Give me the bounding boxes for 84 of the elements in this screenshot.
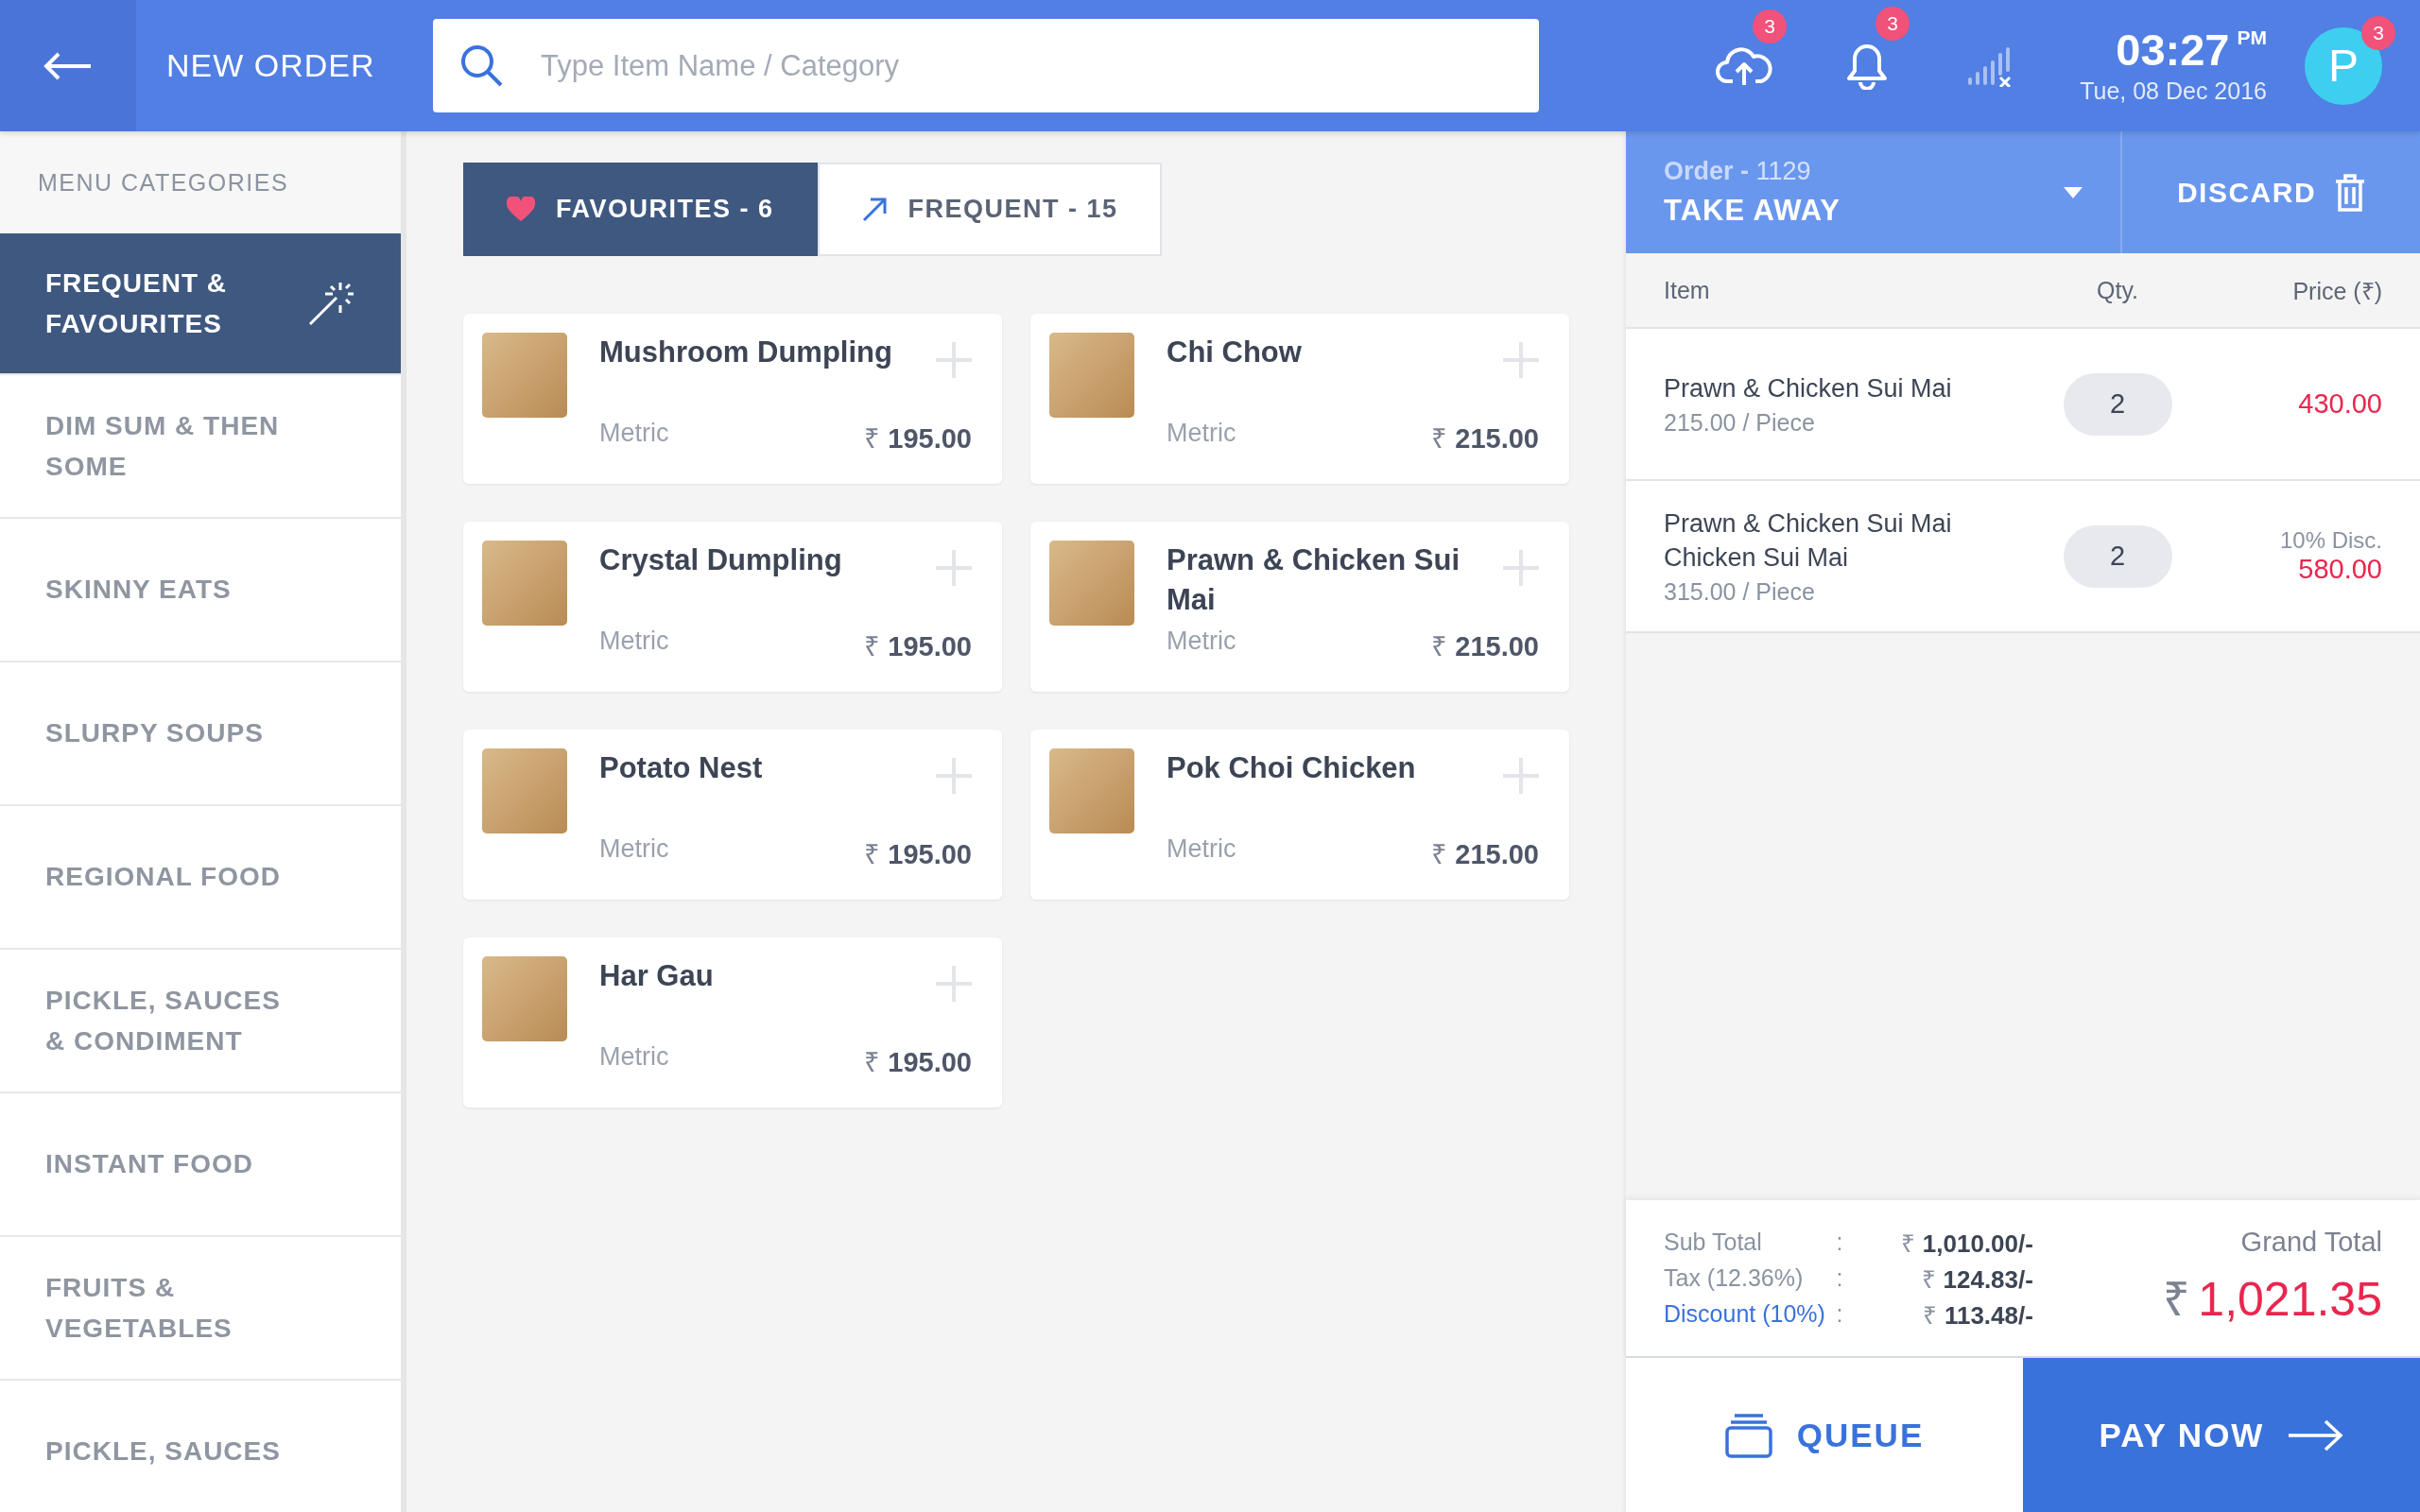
- notification-button[interactable]: [1846, 42, 1889, 90]
- filter-tab[interactable]: FAVOURITES - 6: [463, 163, 818, 256]
- item-name: Crystal Dumpling: [599, 542, 842, 578]
- column-header: Qty.: [2096, 276, 2139, 304]
- line-item-rate: 215.00 / Piece: [1664, 409, 1816, 438]
- menu-item-card[interactable]: Mushroom Dumpling Metric ₹ 195.00: [463, 314, 1002, 484]
- line-item-name: Prawn & Chicken Sui Mai: [1664, 372, 1953, 404]
- back-button[interactable]: [0, 0, 136, 131]
- menu-item-card[interactable]: Har Gau Metric ₹ 195.00: [463, 937, 1002, 1108]
- item-price: ₹ 195.00: [864, 630, 972, 663]
- trash-icon: [2335, 173, 2366, 212]
- arrow-icon: [2289, 1418, 2344, 1452]
- item-name: Har Gau: [599, 958, 714, 994]
- summary-separator: :: [1835, 1228, 1844, 1256]
- stack-icon: [1724, 1412, 1772, 1458]
- summary-separator: :: [1835, 1300, 1844, 1328]
- add-icon[interactable]: [936, 342, 972, 378]
- summary-value: ₹ 124.83/-: [1920, 1263, 2033, 1296]
- item-price: ₹ 215.00: [1431, 630, 1539, 663]
- column-header: Price (₹): [2291, 277, 2382, 306]
- pay-now-button[interactable]: PAY NOW: [2023, 1358, 2420, 1512]
- summary-value: ₹ 113.48/-: [1921, 1299, 2033, 1332]
- item-price: ₹ 215.00: [1431, 422, 1539, 455]
- page-title: NEW ORDER: [166, 47, 376, 84]
- line-item-rate: 315.00 / Piece: [1664, 578, 1816, 607]
- add-icon[interactable]: [936, 550, 972, 586]
- menu-item-card[interactable]: Potato Nest Metric ₹ 195.00: [463, 730, 1002, 900]
- item-name: Pok Choi Chicken: [1167, 750, 1416, 786]
- item-unit: Metric: [599, 834, 669, 864]
- item-price: ₹ 195.00: [864, 422, 972, 455]
- menu-item-card[interactable]: Crystal Dumpling Metric ₹ 195.00: [463, 522, 1002, 692]
- search-icon: [459, 43, 503, 87]
- line-price: 430.00: [2298, 388, 2382, 420]
- line-price: 580.00: [2298, 554, 2382, 585]
- column-header: Item: [1664, 276, 1711, 304]
- filter-tab[interactable]: FREQUENT - 15: [817, 163, 1162, 256]
- sidebar-heading: MENU CATEGORIES: [0, 131, 401, 233]
- add-icon[interactable]: [936, 758, 972, 794]
- item-unit: Metric: [599, 627, 669, 656]
- item-unit: Metric: [599, 1042, 669, 1072]
- arrow-icon: [860, 196, 888, 223]
- item-name: Mushroom Dumpling: [599, 335, 892, 370]
- queue-button[interactable]: QUEUE: [1626, 1358, 2023, 1512]
- cloud-upload-icon: [1716, 44, 1773, 87]
- quantity-pill[interactable]: 2: [2063, 524, 2172, 588]
- item-unit: Metric: [1167, 834, 1236, 864]
- back-arrow-icon: [43, 51, 93, 80]
- upload-count-badge: 3: [1753, 9, 1788, 43]
- add-icon[interactable]: [1503, 550, 1539, 586]
- grand-total-label: Grand Total: [2240, 1227, 2382, 1258]
- discount-link[interactable]: Discount (10%): [1664, 1300, 1825, 1328]
- item-price: ₹ 215.00: [1431, 838, 1539, 871]
- item-name: Chi Chow: [1167, 335, 1302, 370]
- caret-icon: [2064, 186, 2083, 198]
- grand-total-value: ₹ 1,021.35: [2163, 1272, 2382, 1328]
- quantity-pill[interactable]: 2: [2063, 372, 2172, 436]
- add-icon[interactable]: [1503, 758, 1539, 794]
- item-price: ₹ 195.00: [864, 1046, 972, 1079]
- item-name: Potato Nest: [599, 750, 763, 786]
- item-price: ₹ 195.00: [864, 838, 972, 871]
- summary-label: Tax (12.36%): [1664, 1264, 1805, 1292]
- item-name: Prawn & Chicken Sui Mai: [1167, 542, 1461, 618]
- discount-label: 10% Disc.: [2279, 527, 2382, 554]
- order-line[interactable]: Prawn & Chicken Sui Mai 215.00 / Piece 2 430.00: [1626, 329, 2420, 481]
- cloud-upload-button[interactable]: [1716, 44, 1773, 87]
- item-unit: Metric: [1167, 419, 1236, 448]
- menu-item-card[interactable]: Prawn & Chicken Sui Mai Metric ₹ 215.00: [1030, 522, 1569, 692]
- item-unit: Metric: [599, 419, 669, 448]
- notification-count-badge: 3: [1876, 6, 1910, 41]
- add-icon[interactable]: [1503, 342, 1539, 378]
- summary-value: ₹ 1,010.00/-: [1899, 1228, 2033, 1260]
- summary-separator: :: [1835, 1264, 1844, 1292]
- line-item-name: Prawn & Chicken Sui Mai Chicken Sui Mai: [1664, 507, 1953, 574]
- clock-date: Tue, 08 Dec 2016: [2080, 77, 2267, 105]
- heart-icon: [507, 197, 535, 222]
- menu-item-card[interactable]: Chi Chow Metric ₹ 215.00: [1030, 314, 1569, 484]
- summary-label: Sub Total: [1664, 1228, 1763, 1256]
- category-item[interactable]: FREQUENT & FAVOURITES: [0, 233, 401, 375]
- item-unit: Metric: [1167, 627, 1236, 656]
- search-field[interactable]: Type Item Name / Category: [433, 19, 1539, 112]
- bell-icon: [1846, 42, 1889, 90]
- menu-item-card[interactable]: Pok Choi Chicken Metric ₹ 215.00: [1030, 730, 1569, 900]
- add-icon[interactable]: [936, 966, 972, 1002]
- avatar-badge: 3: [2361, 15, 2395, 50]
